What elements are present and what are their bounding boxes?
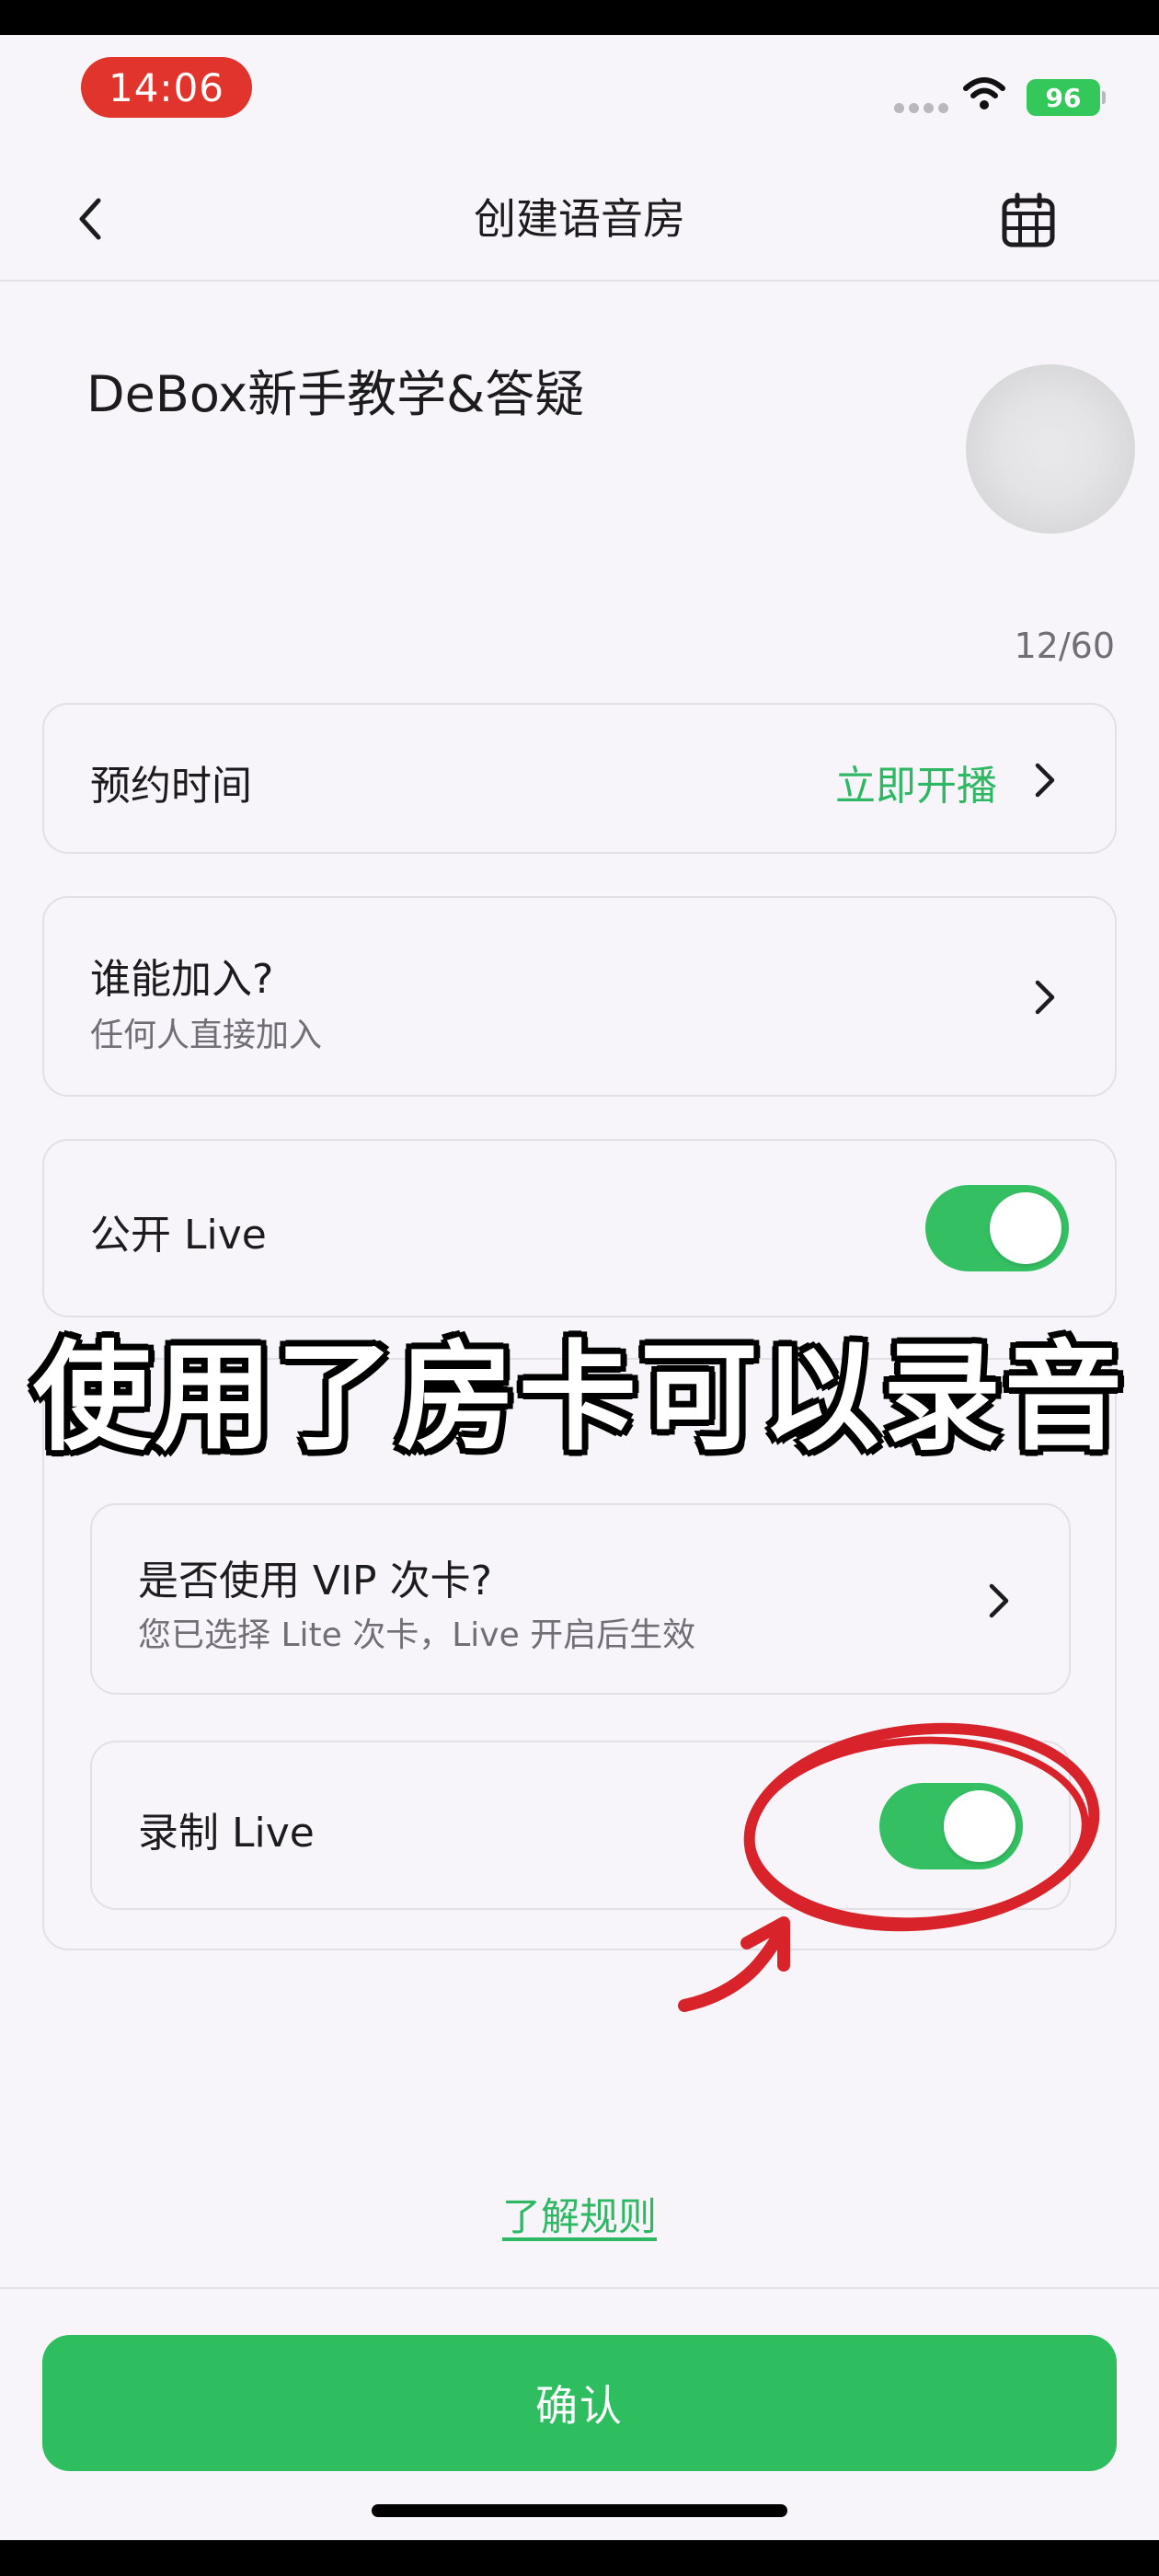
bottom-black-bar xyxy=(0,2540,1159,2576)
join-permission-row[interactable]: 谁能加入? 任何人直接加入 xyxy=(42,896,1117,1097)
vip-card-label: 是否使用 VIP 次卡? xyxy=(138,1558,492,1604)
footer-divider xyxy=(0,2287,1159,2289)
vip-card-sub: 您已选择 Lite 次卡，Live 开启后生效 xyxy=(138,1616,696,1654)
room-name-input[interactable]: DeBox新手教学&答疑 xyxy=(86,362,584,427)
rules-link[interactable]: 了解规则 xyxy=(0,2186,1159,2242)
schedule-value: 立即开播 xyxy=(835,763,997,810)
vip-card-row[interactable]: 是否使用 VIP 次卡? 您已选择 Lite 次卡，Live 开启后生效 xyxy=(90,1503,1071,1695)
public-live-toggle[interactable] xyxy=(925,1185,1069,1271)
top-black-bar xyxy=(0,0,1159,35)
join-label: 谁能加入? xyxy=(90,956,274,1003)
calendar-button[interactable] xyxy=(999,191,1058,250)
page-title: 创建语音房 xyxy=(474,194,685,244)
confirm-button[interactable]: 确认 xyxy=(42,2335,1117,2471)
chevron-right-icon xyxy=(1035,763,1055,798)
home-indicator xyxy=(372,2504,787,2517)
schedule-label: 预约时间 xyxy=(90,763,252,810)
chevron-right-icon xyxy=(1035,980,1055,1015)
chevron-right-icon xyxy=(989,1583,1009,1618)
public-live-label: 公开 Live xyxy=(90,1212,267,1259)
room-cover-avatar[interactable] xyxy=(966,364,1135,534)
record-live-row: 录制 Live xyxy=(90,1741,1071,1910)
battery-level: 96 xyxy=(1045,82,1082,113)
nav-divider xyxy=(0,280,1159,282)
join-sub: 任何人直接加入 xyxy=(90,1017,323,1054)
record-live-toggle[interactable] xyxy=(879,1783,1023,1869)
record-live-label: 录制 Live xyxy=(138,1810,315,1857)
calendar-icon xyxy=(1002,192,1055,247)
char-counter: 12/60 xyxy=(1014,626,1115,666)
video-caption: 使用了房卡可以录音 xyxy=(32,1329,1126,1466)
public-live-row: 公开 Live xyxy=(42,1139,1117,1317)
cellular-signal-icon xyxy=(894,103,948,113)
wifi-icon xyxy=(963,77,1005,109)
schedule-row[interactable]: 预约时间 立即开播 xyxy=(42,703,1117,854)
battery-icon: 96 xyxy=(1027,79,1106,116)
status-time: 14:06 xyxy=(81,57,252,118)
